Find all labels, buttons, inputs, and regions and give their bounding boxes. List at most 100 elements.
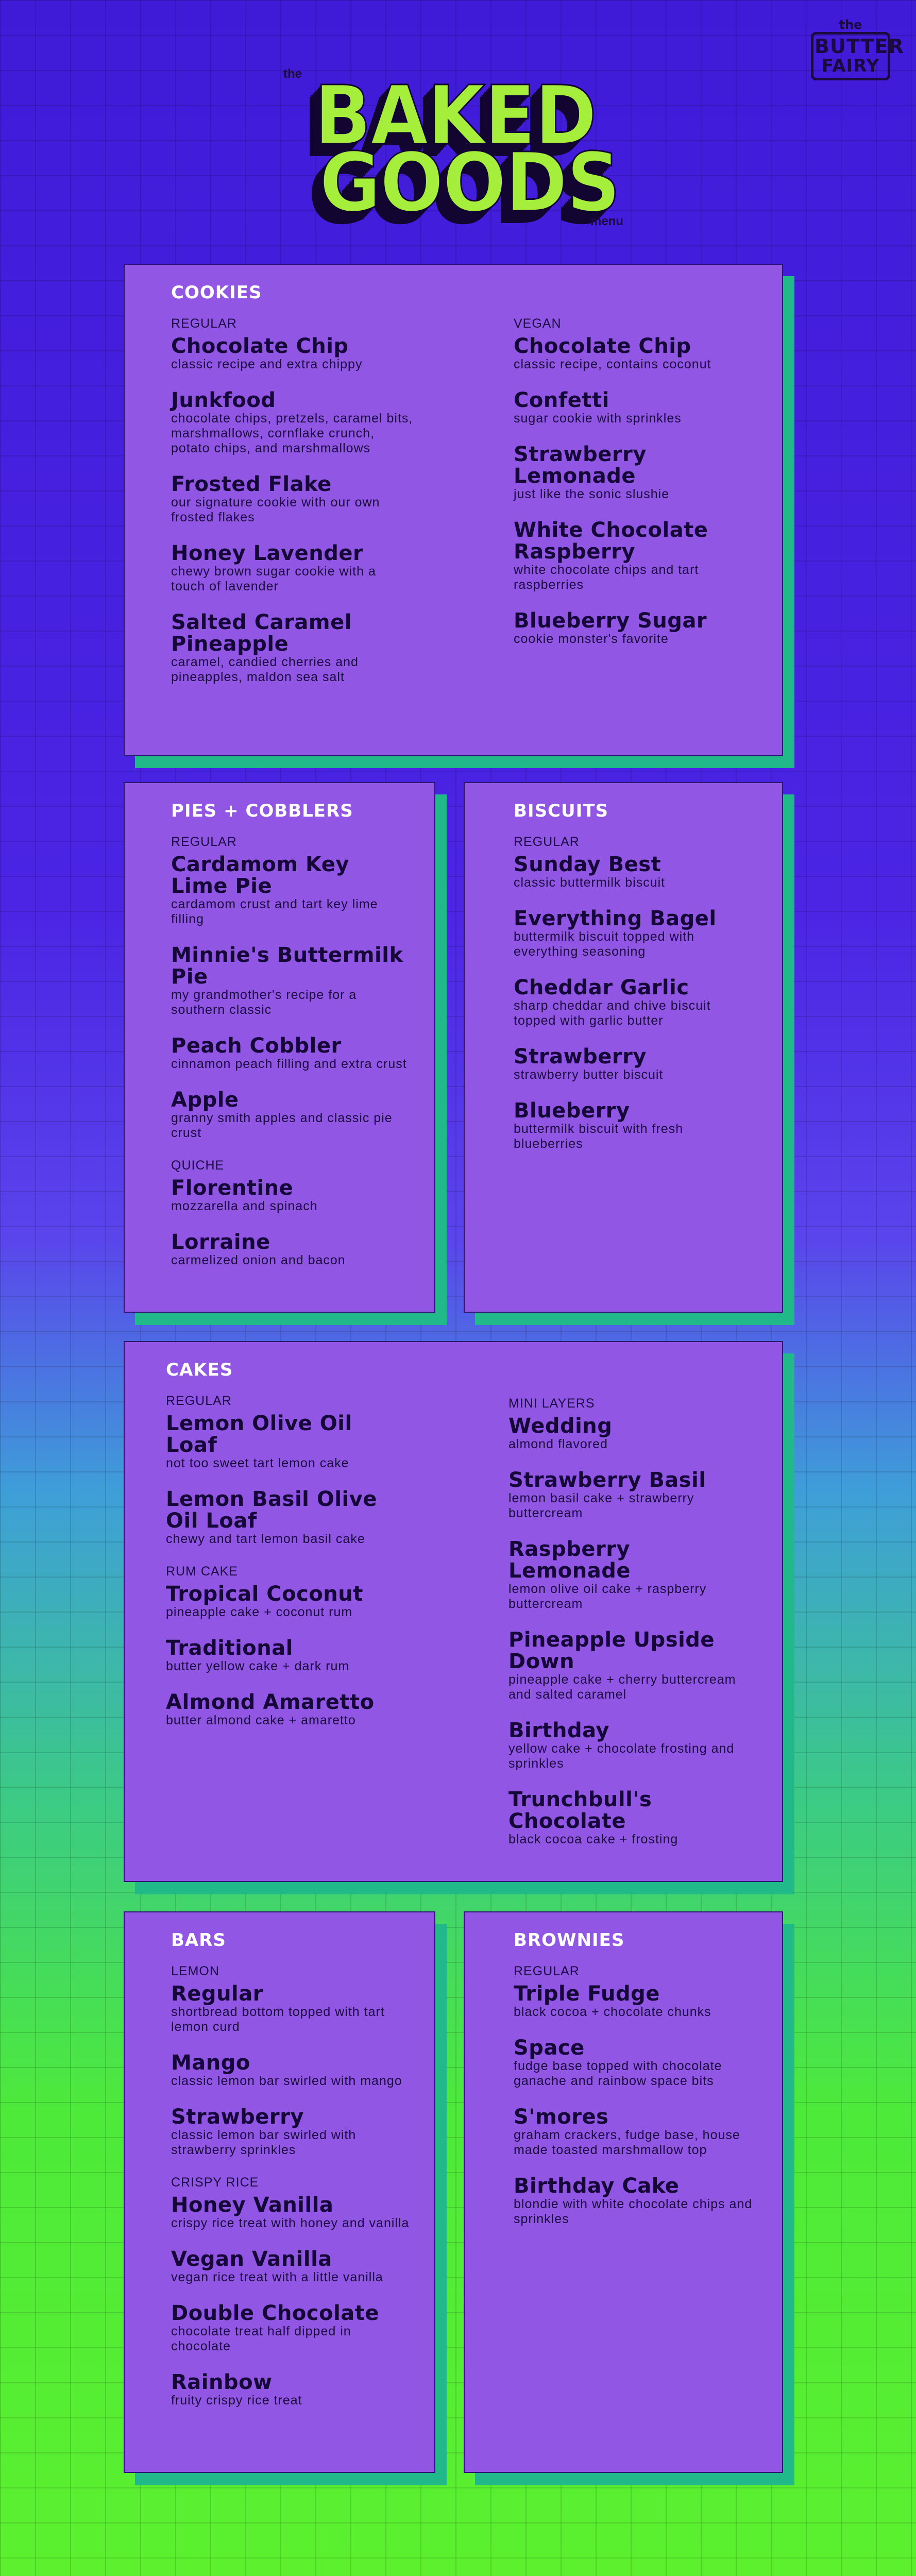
menu-item-name: Salted Caramel Pineapple [171,611,352,656]
badge-line-2: FAIRY [821,56,880,76]
brownies-column: REGULAR Triple Fudge black cocoa + chocola… [514,1964,756,2244]
title-menu-label: menu [590,214,623,228]
menu-item-name: Confetti [514,388,609,412]
menu-item: Blueberry Sugar cookie monster's favorite [514,610,756,647]
menu-item-name: S'mores [514,2105,609,2129]
menu-item: Wedding almond flavored [508,1415,751,1452]
group-subhead: VEGAN [514,316,562,331]
menu-item: Triple Fudge black cocoa + chocolate chun… [514,1983,756,2020]
menu-group: REGULAR Lemon Olive Oil Loaf not too sweet… [166,1394,408,1547]
menu-group: CRISPY RICE Honey Vanilla crispy rice trea… [171,2175,413,2408]
section-title-cakes: CAKES [166,1360,233,1380]
menu-item-description: caramel, candied cherries and pineapples… [171,655,359,684]
menu-item-name: Frosted Flake [171,472,332,496]
menu-item-name: Space [514,2036,585,2060]
menu-item-description: black cocoa cake + frosting [508,1832,678,1846]
menu-item-description: cardamom crust and tart key lime filling [171,897,378,926]
menu-item-description: strawberry butter biscuit [514,1067,664,1082]
menu-item-description: shortbread bottom topped with tart lemon… [171,2005,385,2034]
cakes-card: CAKES REGULAR Lemon Olive Oil Loaf not too… [124,1341,783,1882]
menu-item-description: classic buttermilk biscuit [514,875,666,890]
menu-item-description: classic lemon bar swirled with strawberr… [171,2128,357,2157]
menu-item-name: Trunchbull's Chocolate [508,1788,652,1833]
menu-item: Trunchbull's Chocolate black cocoa cake +… [508,1789,751,1847]
section-title-bars: BARS [171,1930,226,1951]
menu-item: Honey Lavender chewy brown sugar cookie w… [171,543,413,594]
menu-item-name: Wedding [508,1414,613,1438]
menu-item: Chocolate Chip classic recipe and extra c… [171,335,413,372]
menu-group: VEGAN Chocolate Chip classic recipe, conta… [514,316,756,647]
menu-item-description: sharp cheddar and chive biscuit topped w… [514,998,711,1028]
menu-item: Cardamom Key Lime Pie cardamom crust and … [171,854,413,927]
menu-item-name: Honey Lavender [171,541,364,565]
group-subhead: CRISPY RICE [171,2175,259,2190]
menu-item-name: Raspberry Lemonade [508,1537,631,1583]
menu-item-description: chocolate treat half dipped in chocolate [171,2324,351,2353]
menu-item: Raspberry Lemonade lemon olive oil cake +… [508,1538,751,1612]
menu-item: Minnie's Buttermilk Pie my grandmother's … [171,944,413,1018]
menu-item-name: Strawberry Lemonade [514,443,647,488]
section-title-pies: PIES + COBBLERS [171,801,353,821]
title-line-2: GOODS [319,135,621,230]
menu-item-description: classic lemon bar swirled with mango [171,2074,402,2088]
menu-item-name: Strawberry [514,1045,647,1069]
menu-item: Vegan Vanilla vegan rice treat with a lit… [171,2248,413,2285]
menu-group: MINI LAYERS Wedding almond flavored Strawbe… [508,1396,751,1847]
menu-item: Birthday Cake blondie with white chocolat… [514,2175,756,2227]
menu-item: Blueberry buttermilk biscuit with fresh b… [514,1100,756,1151]
menu-item-description: black cocoa + chocolate chunks [514,2005,711,2019]
menu-item-name: Strawberry [171,2105,304,2129]
menu-item-name: Peach Cobbler [171,1034,342,1058]
menu-item: Honey Vanilla crispy rice treat with hone… [171,2194,413,2231]
menu-item: Traditional butter yellow cake + dark rum [166,1637,408,1674]
menu-item-description: crispy rice treat with honey and vanilla [171,2216,410,2230]
menu-item-description: cookie monster's favorite [514,632,669,646]
menu-item: Double Chocolate chocolate treat half dip… [171,2302,413,2354]
menu-item-name: Minnie's Buttermilk Pie [171,943,403,989]
menu-item-name: Birthday [508,1719,609,1742]
biscuits-card: BISCUITS REGULAR Sunday Best classic butte… [464,782,783,1313]
menu-item-description: sugar cookie with sprinkles [514,411,682,426]
menu-item-description: buttermilk biscuit with fresh blueberrie… [514,1122,684,1151]
menu-item-description: lemon olive oil cake + raspberry butterc… [508,1582,707,1611]
menu-item-name: Everything Bagel [514,907,717,930]
menu-group: REGULAR Sunday Best classic buttermilk bis… [514,835,756,1151]
cakes-left-column: REGULAR Lemon Olive Oil Loaf not too sweet… [166,1394,408,1745]
menu-item-description: white chocolate chips and tart raspberri… [514,563,699,592]
bars-card: BARS LEMON Regular shortbread bottom toppe… [124,1911,435,2473]
menu-item: Florentine mozzarella and spinach [171,1177,413,1214]
menu-item-name: Vegan Vanilla [171,2247,332,2271]
group-subhead: QUICHE [171,1158,225,1173]
menu-item-name: Pineapple Upside Down [508,1628,715,1673]
menu-item: Mango classic lemon bar swirled with mang… [171,2052,413,2089]
menu-item-description: chewy brown sugar cookie with a touch of… [171,564,376,594]
brownies-card: BROWNIES REGULAR Triple Fudge black cocoa … [464,1911,783,2473]
menu-item-name: Blueberry Sugar [514,609,707,633]
group-subhead: RUM CAKE [166,1564,238,1579]
cookies-vegan-column: VEGAN Chocolate Chip classic recipe, conta… [514,316,756,664]
menu-item-name: Rainbow [171,2370,273,2394]
menu-item-description: chewy and tart lemon basil cake [166,1532,365,1546]
menu-item-name: Strawberry Basil [508,1468,706,1492]
biscuits-column: REGULAR Sunday Best classic buttermilk bis… [514,835,756,1169]
menu-item-description: fudge base topped with chocolate ganache… [514,2059,722,2088]
section-title-biscuits: BISCUITS [514,801,608,821]
badge-line-1: BUTTER [815,35,904,58]
menu-group: REGULAR Chocolate Chip classic recipe and … [171,316,413,685]
menu-item-description: butter almond cake + amaretto [166,1713,356,1727]
menu-item-description: carmelized onion and bacon [171,1253,346,1267]
menu-item: Confetti sugar cookie with sprinkles [514,389,756,426]
menu-item-name: Lemon Basil Olive Oil Loaf [166,1487,377,1533]
menu-item-name: Cheddar Garlic [514,976,689,999]
section-title-cookies: COOKIES [171,282,262,303]
cookies-regular-column: REGULAR Chocolate Chip classic recipe and … [171,316,413,702]
menu-item: Cheddar Garlic sharp cheddar and chive bi… [514,977,756,1028]
menu-item: Strawberry classic lemon bar swirled with… [171,2106,413,2158]
menu-item: Strawberry Lemonade just like the sonic s… [514,444,756,502]
menu-item: White Chocolate Raspberry white chocolate… [514,519,756,592]
menu-item-name: Lorraine [171,1230,270,1254]
menu-item: Lemon Basil Olive Oil Loaf chewy and tart… [166,1488,408,1547]
menu-group: REGULAR Triple Fudge black cocoa + chocola… [514,1964,756,2227]
menu-item: Chocolate Chip classic recipe, contains c… [514,335,756,372]
butter-fairy-logo: the BUTTER FAIRY [811,19,904,86]
